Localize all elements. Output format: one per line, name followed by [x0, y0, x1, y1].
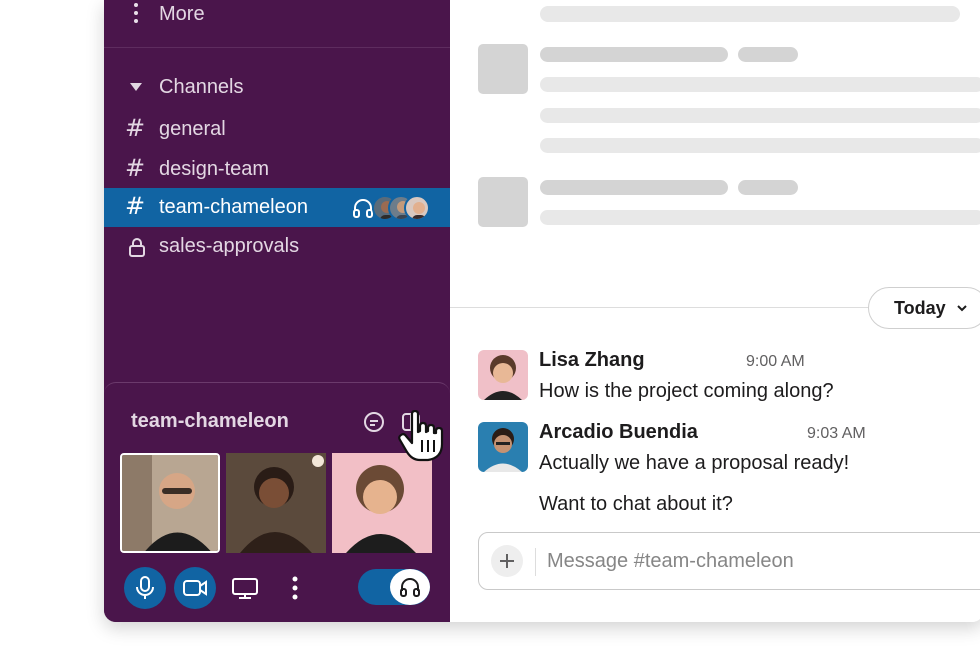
message-text: Want to chat about it?	[539, 493, 733, 515]
avatar[interactable]	[478, 350, 528, 400]
skeleton-line	[540, 6, 960, 22]
date-label: Today	[894, 297, 946, 318]
participant-tile[interactable]	[226, 453, 326, 553]
more-vertical-icon	[128, 2, 144, 26]
message-text: How is the project coming along?	[539, 380, 834, 402]
message-author[interactable]: Lisa Zhang	[539, 349, 645, 372]
participant-tile[interactable]	[332, 453, 432, 553]
skeleton-line	[540, 108, 980, 123]
sidebar-item-general[interactable]: # general	[104, 110, 450, 149]
channels-section-header[interactable]: Channels	[104, 72, 450, 102]
plus-icon[interactable]	[491, 545, 523, 577]
channel-name: design-team	[159, 158, 270, 180]
huddle-title: team-chameleon	[131, 410, 289, 432]
channel-name: general	[159, 118, 226, 140]
sidebar-item-design-team[interactable]: # design-team	[104, 150, 450, 189]
message-timestamp[interactable]: 9:00 AM	[746, 353, 805, 371]
chevron-down-icon	[957, 305, 967, 312]
headphones-icon	[400, 578, 420, 597]
headphones-icon	[353, 199, 373, 218]
skeleton-avatar	[478, 177, 528, 227]
mic-icon	[136, 576, 154, 599]
participant-tile[interactable]	[120, 453, 220, 553]
thread-icon[interactable]	[361, 409, 387, 435]
sidebar-divider	[104, 47, 450, 48]
skeleton-avatar	[478, 44, 528, 94]
participant-video	[332, 453, 432, 553]
more-vertical-icon	[292, 576, 298, 600]
sidebar: More Channels # general # design-team # …	[104, 0, 450, 622]
more-button[interactable]	[274, 567, 316, 609]
participant-video	[226, 453, 326, 553]
huddle-indicator	[352, 194, 432, 222]
channels-section-label: Channels	[159, 76, 244, 98]
sidebar-item-team-chameleon[interactable]: # team-chameleon	[104, 188, 450, 227]
message-author[interactable]: Arcadio Buendia	[539, 421, 698, 444]
message-composer	[478, 532, 980, 590]
composer-divider	[535, 548, 536, 576]
skeleton-line	[540, 138, 980, 153]
video-icon	[183, 580, 207, 596]
hash-icon: #	[125, 114, 146, 142]
channel-name: team-chameleon	[159, 196, 308, 218]
hash-icon: #	[125, 154, 146, 182]
skeleton-line	[540, 47, 728, 62]
date-jump-button[interactable]: Today	[868, 287, 980, 329]
screen-share-button[interactable]	[224, 567, 266, 609]
lock-icon	[129, 238, 145, 257]
caret-down-icon	[130, 83, 142, 91]
message-text: Actually we have a proposal ready!	[539, 452, 850, 474]
message-pane: Today Lisa Zhang 9:00 AM How is the proj…	[450, 0, 980, 622]
headphones-toggle-knob[interactable]	[390, 569, 430, 605]
slack-window: More Channels # general # design-team # …	[104, 0, 980, 622]
skeleton-line	[540, 210, 980, 225]
avatar[interactable]	[478, 422, 528, 472]
channel-name: sales-approvals	[159, 235, 300, 257]
mic-button[interactable]	[124, 567, 166, 609]
hash-icon: #	[125, 192, 146, 220]
skeleton-line	[540, 180, 728, 195]
skeleton-line	[540, 77, 980, 92]
screen-share-icon	[232, 578, 258, 599]
message-input[interactable]	[547, 543, 980, 579]
skeleton-line	[738, 47, 798, 62]
sidebar-item-label: More	[159, 3, 205, 25]
skeleton-line	[738, 180, 798, 195]
hand-cursor-icon	[398, 410, 444, 462]
message-timestamp[interactable]: 9:03 AM	[807, 425, 866, 443]
sidebar-item-sales-approvals[interactable]: sales-approvals	[104, 227, 450, 266]
avatar	[404, 195, 430, 221]
sidebar-item-more[interactable]: More	[104, 0, 450, 30]
video-button[interactable]	[174, 567, 216, 609]
participant-video	[122, 455, 218, 551]
